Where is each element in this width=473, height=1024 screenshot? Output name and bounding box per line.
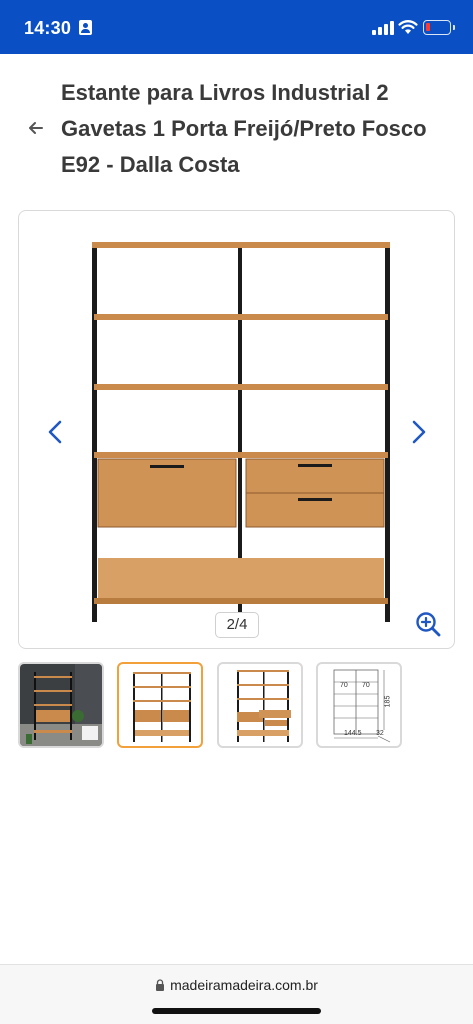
lock-icon — [156, 979, 165, 991]
dim-label-h2: 70 — [362, 682, 370, 689]
home-indicator — [152, 1008, 321, 1014]
chevron-right-icon[interactable] — [404, 412, 434, 452]
browser-bottom-bar — [0, 964, 473, 1024]
signal-icon — [372, 21, 394, 35]
battery-icon — [423, 20, 451, 35]
dim-label-width: 144.5 — [344, 730, 362, 737]
thumb-front-view[interactable] — [117, 662, 203, 748]
dim-label-h1: 70 — [340, 682, 348, 689]
url-text: madeiramadeira.com.br — [170, 977, 318, 993]
product-title: Estante para Livros Industrial 2 Gavetas… — [61, 80, 427, 177]
wifi-icon — [398, 20, 418, 34]
url-bar[interactable]: madeiramadeira.com.br — [0, 977, 473, 993]
arrow-left-icon[interactable] — [26, 118, 46, 138]
chevron-left-icon[interactable] — [40, 412, 70, 452]
product-image-bookshelf[interactable] — [88, 238, 394, 624]
dim-label-depth: 32 — [376, 730, 384, 737]
image-counter: 2/4 — [215, 612, 259, 638]
thumb-dimensions[interactable]: 70 70 185 144.5 32 — [316, 662, 402, 748]
person-icon — [79, 20, 92, 35]
status-time: 14:30 — [24, 18, 72, 38]
status-bar: 14:30 — [0, 0, 473, 54]
thumb-room-scene[interactable] — [18, 662, 104, 748]
zoom-in-icon[interactable] — [414, 610, 442, 638]
thumb-open-view[interactable] — [217, 662, 303, 748]
dim-label-height: 185 — [384, 695, 392, 708]
